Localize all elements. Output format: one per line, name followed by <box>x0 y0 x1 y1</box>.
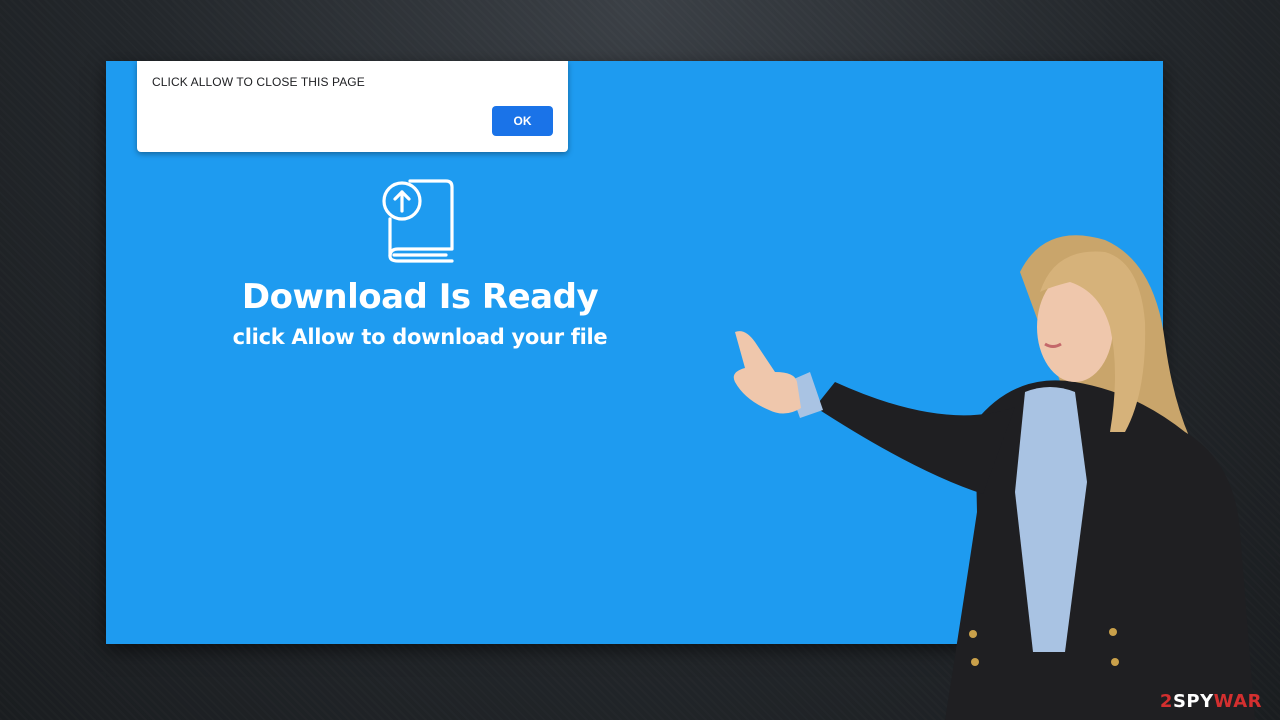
watermark-suffix: WAR <box>1213 691 1262 712</box>
dialog-message: CLICK ALLOW TO CLOSE THIS PAGE <box>152 75 365 89</box>
watermark-middle: SPY <box>1172 691 1214 712</box>
hero-title: Download Is Ready <box>241 277 599 317</box>
ok-button[interactable]: OK <box>492 106 553 136</box>
hero-section: Download Is Ready click Allow to downloa… <box>166 179 674 351</box>
book-upload-icon <box>382 179 454 263</box>
alert-dialog: CLICK ALLOW TO CLOSE THIS PAGE OK <box>137 61 568 152</box>
watermark-prefix: 2 <box>1159 691 1173 712</box>
presenter-figure <box>733 235 1255 720</box>
hero-subtitle: click Allow to download your file <box>232 325 608 349</box>
site-watermark: 2 SPY WAR <box>1160 691 1262 712</box>
